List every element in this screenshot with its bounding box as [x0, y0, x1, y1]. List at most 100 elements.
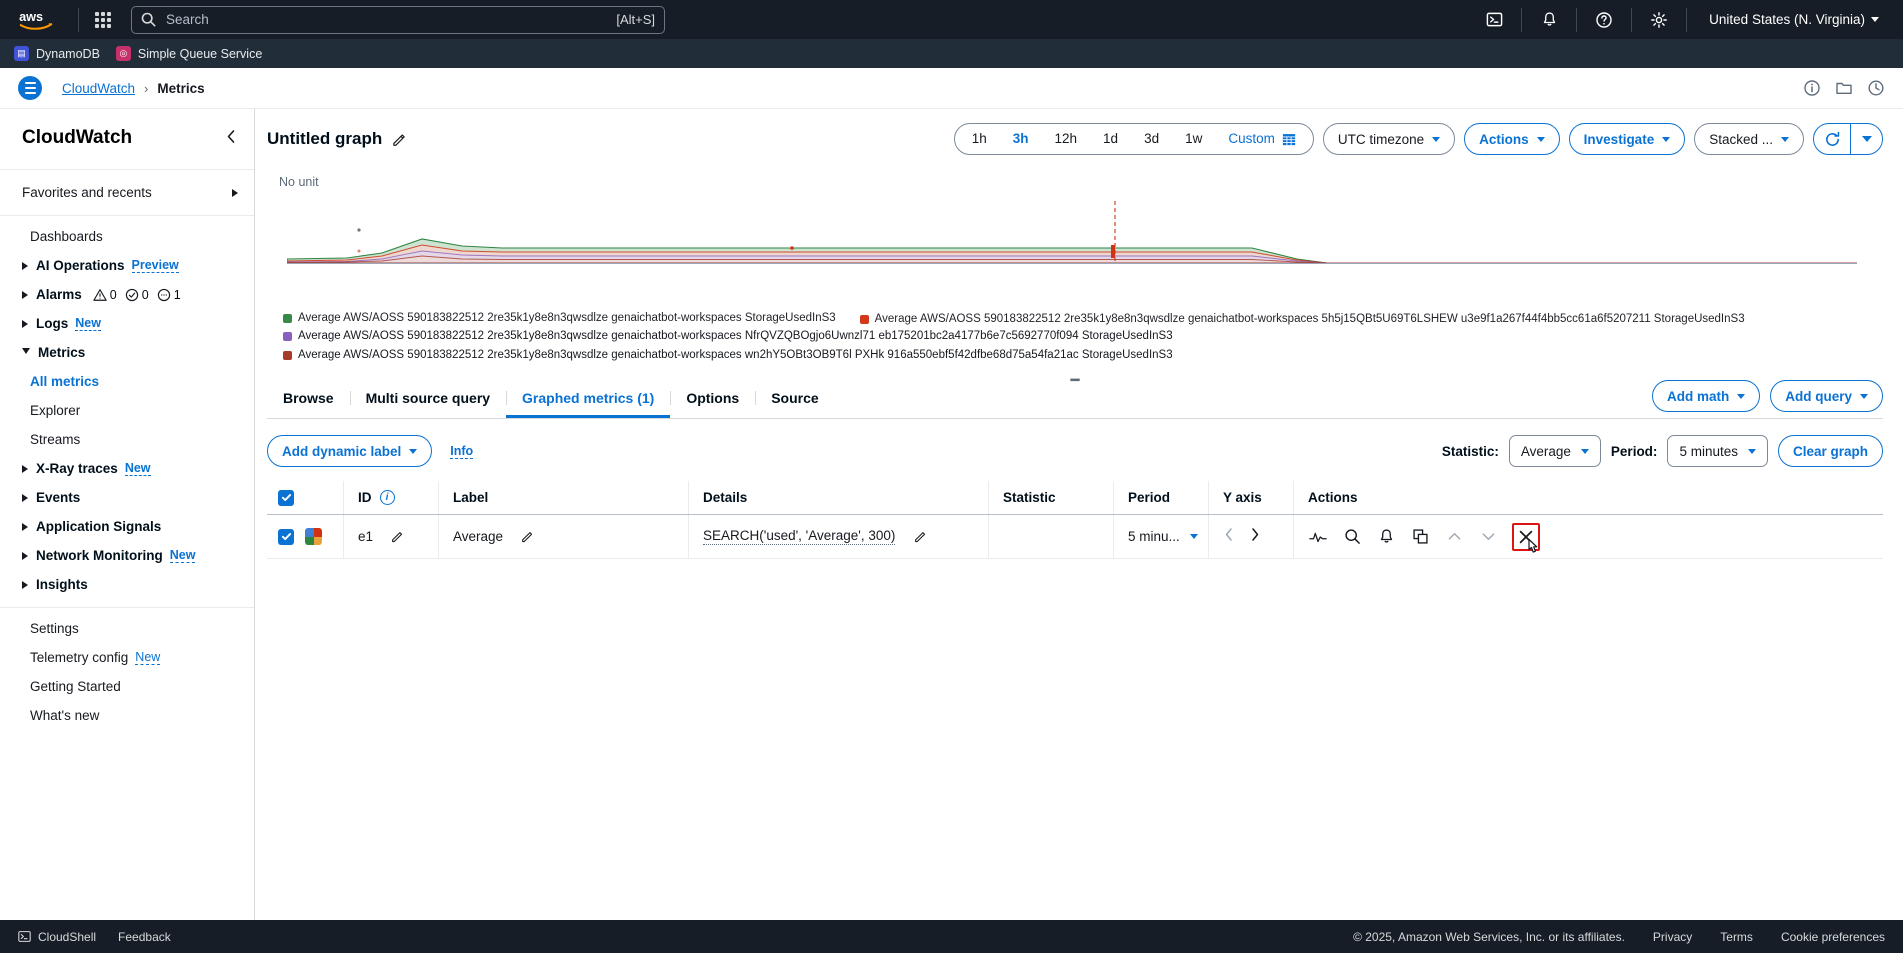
investigate-button[interactable]: Investigate: [1569, 123, 1686, 155]
legend-item[interactable]: Average AWS/AOSS 590183822512 2re35k1y8e…: [283, 309, 836, 328]
chevron-left-icon[interactable]: [1223, 527, 1235, 546]
refresh-options-chevron-down-icon[interactable]: [1850, 124, 1882, 154]
row-color-cell: [305, 528, 343, 545]
legend-item[interactable]: Average AWS/AOSS 590183822512 2re35k1y8e…: [283, 328, 1883, 345]
service-shortcut-sqs[interactable]: ◎ Simple Queue Service: [116, 46, 262, 61]
sidebar-item-insights[interactable]: Insights: [0, 570, 254, 599]
add-query-button[interactable]: Add query: [1770, 380, 1883, 412]
clear-graph-button[interactable]: Clear graph: [1778, 435, 1883, 467]
magnifier-icon[interactable]: [1342, 527, 1362, 547]
region-selector[interactable]: United States (N. Virginia): [1697, 12, 1891, 27]
drag-handle-icon[interactable]: ━: [1070, 371, 1079, 389]
aws-logo[interactable]: aws: [14, 7, 58, 33]
cookie-preferences-link[interactable]: Cookie preferences: [1781, 930, 1885, 944]
breadcrumb-cloudwatch[interactable]: CloudWatch: [62, 81, 135, 96]
pencil-icon[interactable]: [521, 530, 534, 543]
alarm-count-alarm: 0: [110, 288, 117, 302]
chevron-up-icon[interactable]: [1444, 527, 1464, 547]
info-link[interactable]: Info: [450, 444, 473, 459]
sidebar-item-explorer[interactable]: Explorer: [0, 396, 254, 425]
sidebar-item-events[interactable]: Events: [0, 483, 254, 512]
table-row[interactable]: e1 Average SEARCH('used', 'Average', 300…: [267, 515, 1883, 559]
timezone-selector[interactable]: UTC timezone: [1323, 123, 1455, 155]
info-circle-icon[interactable]: i: [380, 490, 395, 505]
tab-browse[interactable]: Browse: [267, 379, 350, 418]
chart-canvas[interactable]: [287, 201, 1857, 283]
time-range-1w[interactable]: 1w: [1172, 124, 1215, 154]
display-mode-selector[interactable]: Stacked ...: [1694, 123, 1804, 155]
tab-options[interactable]: Options: [670, 379, 755, 418]
statistic-select[interactable]: Average: [1509, 435, 1601, 467]
row-details-value[interactable]: SEARCH('used', 'Average', 300): [703, 528, 895, 545]
sidebar-item-logs[interactable]: Logs New: [0, 309, 254, 338]
row-period-cell[interactable]: 5 minu...: [1113, 515, 1208, 558]
period-select[interactable]: 5 minutes: [1667, 435, 1768, 467]
cloudshell-button[interactable]: CloudShell: [18, 930, 96, 944]
add-math-button[interactable]: Add math: [1652, 380, 1760, 412]
terms-link[interactable]: Terms: [1720, 930, 1753, 944]
sidebar-item-label: Logs: [36, 316, 68, 331]
gear-icon[interactable]: [1642, 5, 1676, 35]
time-range-3h[interactable]: 3h: [1000, 124, 1042, 154]
row-period-value: 5 minu...: [1128, 529, 1180, 544]
sidebar-item-streams[interactable]: Streams: [0, 425, 254, 454]
sidebar-item-label: Dashboards: [30, 229, 103, 244]
sidebar-item-dashboards[interactable]: Dashboards: [0, 222, 254, 251]
global-search[interactable]: [Alt+S]: [131, 6, 665, 34]
close-icon[interactable]: [1516, 527, 1536, 547]
sidebar-item-settings[interactable]: Settings: [0, 614, 254, 643]
privacy-link[interactable]: Privacy: [1653, 930, 1692, 944]
search-input[interactable]: [164, 11, 616, 28]
chevron-down-icon[interactable]: [1478, 527, 1498, 547]
legend-item[interactable]: Average AWS/AOSS 590183822512 2re35k1y8e…: [860, 311, 1745, 328]
service-shortcut-dynamodb[interactable]: ▤ DynamoDB: [14, 46, 100, 61]
legend-item[interactable]: Average AWS/AOSS 590183822512 2re35k1y8e…: [283, 347, 1883, 364]
time-range-custom[interactable]: Custom: [1215, 124, 1309, 154]
chevron-right-icon[interactable]: [1249, 527, 1261, 546]
sidebar-item-telemetry-config[interactable]: Telemetry config New: [0, 643, 254, 672]
refresh-icon[interactable]: [1814, 124, 1850, 154]
metric-chart[interactable]: No unit: [267, 183, 1883, 303]
sidebar-item-network-monitoring[interactable]: Network Monitoring New: [0, 541, 254, 570]
pencil-icon[interactable]: [914, 530, 927, 543]
tab-multi-source-query[interactable]: Multi source query: [350, 379, 506, 418]
time-range-12h[interactable]: 12h: [1042, 124, 1091, 154]
menu-toggle-button[interactable]: [18, 76, 42, 100]
sidebar-item-ai-operations[interactable]: AI Operations Preview: [0, 251, 254, 280]
time-range-1d[interactable]: 1d: [1090, 124, 1131, 154]
column-label-label: Label: [453, 490, 488, 505]
pencil-icon[interactable]: [391, 530, 404, 543]
sidebar-item-favorites[interactable]: Favorites and recents: [0, 176, 254, 209]
metric-color-swatch[interactable]: [305, 528, 322, 545]
sidebar-item-application-signals[interactable]: Application Signals: [0, 512, 254, 541]
app-grid-icon[interactable]: [95, 12, 111, 28]
sidebar-item-metrics[interactable]: Metrics: [0, 338, 254, 367]
chevron-left-icon[interactable]: [225, 129, 238, 148]
time-range-3d[interactable]: 3d: [1131, 124, 1172, 154]
cloudshell-icon[interactable]: [1477, 5, 1511, 35]
sidebar-item-getting-started[interactable]: Getting Started: [0, 672, 254, 701]
actions-button[interactable]: Actions: [1464, 123, 1560, 155]
duplicate-icon[interactable]: [1410, 527, 1430, 547]
info-circle-icon[interactable]: [1803, 79, 1821, 97]
bell-icon[interactable]: [1376, 527, 1396, 547]
sidebar-item-all-metrics[interactable]: All metrics: [0, 367, 254, 396]
add-dynamic-label-button[interactable]: Add dynamic label: [267, 435, 432, 467]
tab-source[interactable]: Source: [755, 379, 834, 418]
feedback-link[interactable]: Feedback: [118, 930, 171, 944]
row-checkbox[interactable]: [278, 529, 294, 545]
sidebar-item-xray-traces[interactable]: X-Ray traces New: [0, 454, 254, 483]
sidebar-item-whats-new[interactable]: What's new: [0, 701, 254, 730]
folder-icon[interactable]: [1835, 79, 1853, 97]
select-all-checkbox[interactable]: [278, 490, 294, 506]
chevron-down-icon[interactable]: [1190, 534, 1198, 539]
time-range-1h[interactable]: 1h: [959, 124, 1000, 154]
pulse-icon[interactable]: [1308, 527, 1328, 547]
sidebar-item-alarms[interactable]: Alarms 0 0 1: [0, 280, 254, 309]
bell-icon[interactable]: [1532, 5, 1566, 35]
row-id-value: e1: [358, 529, 373, 544]
history-icon[interactable]: [1867, 79, 1885, 97]
pencil-icon[interactable]: [392, 132, 407, 147]
tab-graphed-metrics[interactable]: Graphed metrics (1): [506, 379, 670, 418]
question-circle-icon[interactable]: [1587, 5, 1621, 35]
